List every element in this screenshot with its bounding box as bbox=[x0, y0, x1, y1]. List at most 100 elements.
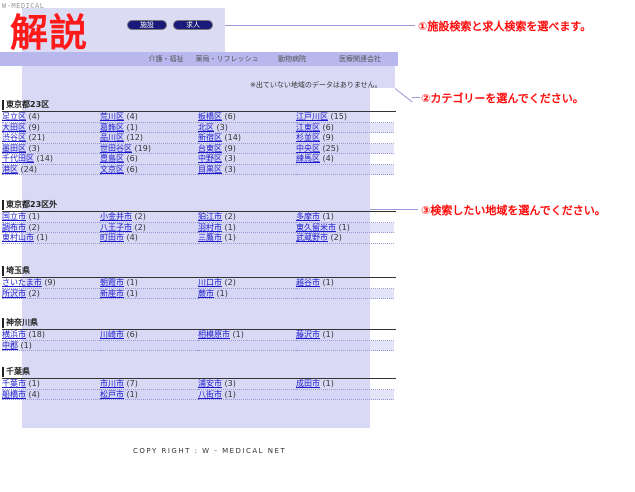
city-link[interactable]: 藤沢市 bbox=[296, 330, 320, 339]
city-link[interactable]: 多摩市 bbox=[296, 212, 320, 221]
city-link[interactable]: 荒川区 bbox=[100, 112, 124, 121]
city-link[interactable]: 小金井市 bbox=[100, 212, 132, 221]
city-link[interactable]: 国立市 bbox=[2, 212, 26, 221]
city-cell: 荒川区 (4) bbox=[100, 112, 198, 123]
city-link[interactable]: 墨田区 bbox=[2, 144, 26, 153]
job-search-tab[interactable]: 求人 bbox=[173, 20, 213, 30]
city-cell: 文京区 (6) bbox=[100, 164, 198, 175]
city-link[interactable]: 越谷市 bbox=[296, 278, 320, 287]
city-cell: 港区 (24) bbox=[2, 164, 100, 175]
listing-count: (1) bbox=[28, 379, 40, 388]
city-link[interactable]: 板橋区 bbox=[198, 112, 222, 121]
nav-animal-hospital[interactable]: 動物病院 bbox=[262, 52, 322, 66]
city-link[interactable]: 中央区 bbox=[296, 144, 320, 153]
listing-count: (1) bbox=[28, 212, 40, 221]
city-link[interactable]: 中郡 bbox=[2, 341, 18, 350]
city-link[interactable]: 大田区 bbox=[2, 123, 26, 132]
city-link[interactable]: 台東区 bbox=[198, 144, 222, 153]
listing-count: (2) bbox=[28, 288, 40, 298]
city-cell: 八街市 (1) bbox=[198, 389, 296, 400]
listing-count: (6) bbox=[126, 330, 138, 339]
city-cell: 狛江市 (2) bbox=[198, 212, 296, 223]
city-link[interactable]: 羽村市 bbox=[198, 223, 222, 232]
city-cell: 板橋区 (6) bbox=[198, 112, 296, 123]
listing-count: (4) bbox=[126, 233, 138, 242]
city-link[interactable]: 蕨市 bbox=[198, 289, 214, 298]
city-cell: 新座市 (1) bbox=[100, 288, 198, 299]
city-link[interactable]: 江東区 bbox=[296, 123, 320, 132]
city-link[interactable]: 目黒区 bbox=[198, 165, 222, 174]
callout-1: ①施設検索と求人検索を選べます。 bbox=[418, 20, 592, 33]
city-link[interactable]: 狛江市 bbox=[198, 212, 222, 221]
city-link[interactable]: 三鷹市 bbox=[198, 233, 222, 242]
city-link[interactable]: 千代田区 bbox=[2, 154, 34, 163]
city-cell: 成田市 (1) bbox=[296, 379, 394, 390]
city-link[interactable]: 松戸市 bbox=[100, 390, 124, 399]
city-grid: 足立区 (4) 荒川区 (4) 板橋区 (6) 江戸川区 (15) 大田区 (9) 葛飾区… bbox=[2, 112, 396, 175]
city-link[interactable]: 練馬区 bbox=[296, 154, 320, 163]
city-link[interactable]: 調布市 bbox=[2, 223, 26, 232]
city-cell: 所沢市 (2) bbox=[2, 288, 100, 299]
city-link[interactable]: 港区 bbox=[2, 165, 18, 174]
listing-count: (1) bbox=[126, 389, 138, 399]
city-cell bbox=[296, 164, 394, 175]
listing-count: (21) bbox=[28, 133, 45, 142]
nav-medical-company[interactable]: 医療関連会社 bbox=[322, 52, 398, 66]
city-link[interactable]: 千葉市 bbox=[2, 379, 26, 388]
city-cell bbox=[296, 389, 394, 400]
city-link[interactable]: 足立区 bbox=[2, 112, 26, 121]
listing-count: (1) bbox=[36, 233, 48, 242]
city-cell: 相模原市 (1) bbox=[198, 330, 296, 341]
city-link[interactable]: 町田市 bbox=[100, 233, 124, 242]
city-link[interactable]: 豊島区 bbox=[100, 154, 124, 163]
listing-count: (1) bbox=[338, 222, 350, 232]
city-link[interactable]: 江戸川区 bbox=[296, 112, 328, 121]
city-link[interactable]: 北区 bbox=[198, 123, 214, 132]
city-link[interactable]: 所沢市 bbox=[2, 289, 26, 298]
city-link[interactable]: 新座市 bbox=[100, 289, 124, 298]
region-saitama: 埼玉県 さいたま市 (9) 朝霞市 (1) 川口市 (2) 越谷市 (1) 所沢市 (2… bbox=[2, 266, 396, 299]
region-tokyo-23: 東京都23区 足立区 (4) 荒川区 (4) 板橋区 (6) 江戸川区 (15) 大田区… bbox=[2, 100, 396, 175]
callout-line-2b bbox=[412, 97, 420, 98]
city-link[interactable]: 川崎市 bbox=[100, 330, 124, 339]
listing-count: (9) bbox=[224, 143, 236, 153]
city-cell: 中野区 (3) bbox=[198, 154, 296, 165]
city-link[interactable]: 横浜市 bbox=[2, 330, 26, 339]
city-link[interactable]: 渋谷区 bbox=[2, 133, 26, 142]
nav-care-welfare[interactable]: 介護・福祉 bbox=[140, 52, 192, 66]
city-link[interactable]: 川口市 bbox=[198, 278, 222, 287]
city-link[interactable]: 相模原市 bbox=[198, 330, 230, 339]
city-link[interactable]: 八街市 bbox=[198, 390, 222, 399]
city-link[interactable]: 品川区 bbox=[100, 133, 124, 142]
listing-count: (6) bbox=[224, 112, 236, 121]
city-link[interactable]: 浦安市 bbox=[198, 379, 222, 388]
city-link[interactable]: 杉並区 bbox=[296, 133, 320, 142]
city-link[interactable]: 武蔵野市 bbox=[296, 233, 328, 242]
city-link[interactable]: 成田市 bbox=[296, 379, 320, 388]
city-link[interactable]: 東村山市 bbox=[2, 233, 34, 242]
city-link[interactable]: 八王子市 bbox=[100, 223, 132, 232]
city-link[interactable]: 船橋市 bbox=[2, 390, 26, 399]
listing-count: (14) bbox=[36, 154, 53, 163]
nav-pharmacy-refresh[interactable]: 薬局・リフレッシュ bbox=[192, 52, 262, 66]
listing-count: (1) bbox=[322, 278, 334, 287]
listing-count: (2) bbox=[224, 212, 236, 221]
callout-3: ③検索したい地域を選んでください。 bbox=[421, 204, 606, 217]
listing-count: (6) bbox=[126, 154, 138, 163]
city-grid: 国立市 (1) 小金井市 (2) 狛江市 (2) 多摩市 (1) 調布市 (2) 八王子市… bbox=[2, 212, 396, 244]
city-link[interactable]: 東久留米市 bbox=[296, 223, 336, 232]
facility-search-tab[interactable]: 施設 bbox=[127, 20, 167, 30]
city-link[interactable]: 葛飾区 bbox=[100, 123, 124, 132]
copyright-footer: COPY RIGHT : W - MEDICAL NET bbox=[133, 447, 287, 455]
city-cell bbox=[296, 288, 394, 299]
city-link[interactable]: 市川市 bbox=[100, 379, 124, 388]
city-link[interactable]: 文京区 bbox=[100, 165, 124, 174]
city-link[interactable]: さいたま市 bbox=[2, 278, 42, 287]
city-link[interactable]: 朝霞市 bbox=[100, 278, 124, 287]
region-title: 埼玉県 bbox=[2, 266, 396, 276]
city-link[interactable]: 中野区 bbox=[198, 154, 222, 163]
city-link[interactable]: 新宿区 bbox=[198, 133, 222, 142]
city-link[interactable]: 世田谷区 bbox=[100, 144, 132, 153]
listing-count: (3) bbox=[28, 143, 40, 153]
